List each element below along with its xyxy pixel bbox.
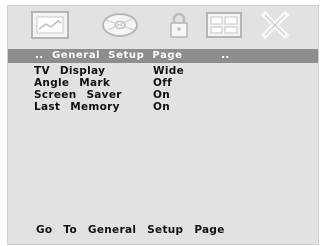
menu-item-value: On — [153, 89, 171, 101]
menu-item-label: Screen Saver — [34, 89, 122, 101]
menu-item-angle-mark[interactable]: Angle Mark Off — [8, 77, 318, 89]
menu-item-last-memory[interactable]: Last Memory On — [8, 101, 318, 113]
setup-menu-panel: .. General Setup Page .. TV Display Wide… — [7, 5, 319, 245]
menu-item-value: On — [153, 101, 171, 113]
lock-icon[interactable] — [168, 10, 190, 44]
title-dots-left: .. — [35, 48, 44, 61]
menu-item-value: Off — [153, 77, 172, 89]
menu-item-value: Wide — [153, 65, 185, 77]
menu-item-label: TV Display — [34, 65, 106, 77]
status-text: Go To General Setup Page — [36, 224, 225, 236]
general-setup-icon[interactable] — [30, 10, 70, 44]
menu-item-label: Angle Mark — [34, 77, 111, 89]
title-dots-right: .. — [221, 48, 230, 61]
status-bar: Go To General Setup Page — [8, 218, 318, 244]
exit-icon[interactable] — [259, 10, 291, 44]
menu-item-label: Last Memory — [34, 101, 120, 113]
page-title: General Setup Page — [52, 50, 183, 61]
icon-toolbar — [8, 6, 318, 46]
audio-setup-icon[interactable] — [100, 10, 140, 44]
preference-icon[interactable] — [204, 10, 244, 44]
page-title-bar: .. General Setup Page .. — [8, 48, 318, 63]
menu-item-tv-display[interactable]: TV Display Wide — [8, 65, 318, 77]
menu-item-screen-saver[interactable]: Screen Saver On — [8, 89, 318, 101]
